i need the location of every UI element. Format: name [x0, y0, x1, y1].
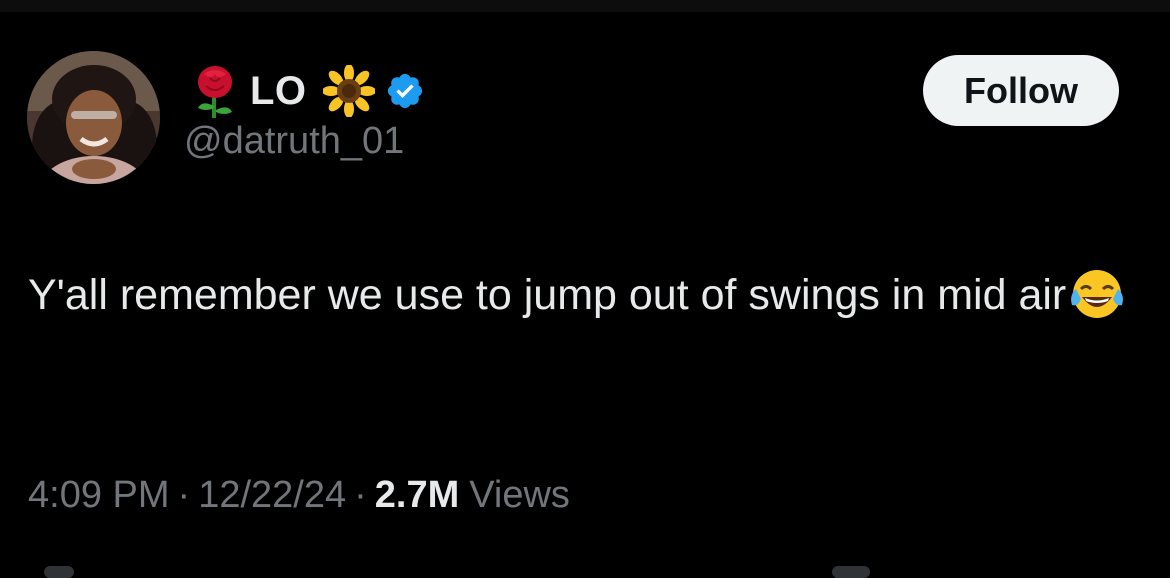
sunflower-icon	[321, 64, 376, 118]
meta-separator: ·	[354, 474, 367, 516]
follow-button[interactable]: Follow	[923, 55, 1119, 126]
action-icon-partial[interactable]	[44, 566, 74, 578]
author-handle[interactable]: @datruth_01	[184, 120, 404, 163]
author-name-row[interactable]: LO	[188, 60, 425, 122]
tweet-time[interactable]: 4:09 PM	[28, 474, 170, 516]
avatar[interactable]	[27, 51, 160, 184]
display-name[interactable]: LO	[250, 69, 307, 114]
action-icon-partial[interactable]	[832, 566, 870, 578]
tweet: LO @datruth_01 Follow Y'all remember we …	[0, 0, 1170, 578]
tweet-date[interactable]: 12/22/24	[198, 474, 346, 516]
tweet-meta: 4:09 PM · 12/22/24 · 2.7M Views	[28, 474, 570, 517]
rose-icon	[188, 64, 242, 118]
views-label: Views	[469, 474, 570, 516]
verified-icon[interactable]	[385, 71, 425, 111]
tweet-text: Y'all remember we use to jump out of swi…	[28, 262, 1138, 328]
face-with-tears-of-joy-icon	[1068, 265, 1126, 323]
tweet-text-content: Y'all remember we use to jump out of swi…	[28, 271, 1067, 319]
views-count[interactable]: 2.7M	[375, 474, 459, 516]
meta-separator: ·	[177, 474, 191, 516]
